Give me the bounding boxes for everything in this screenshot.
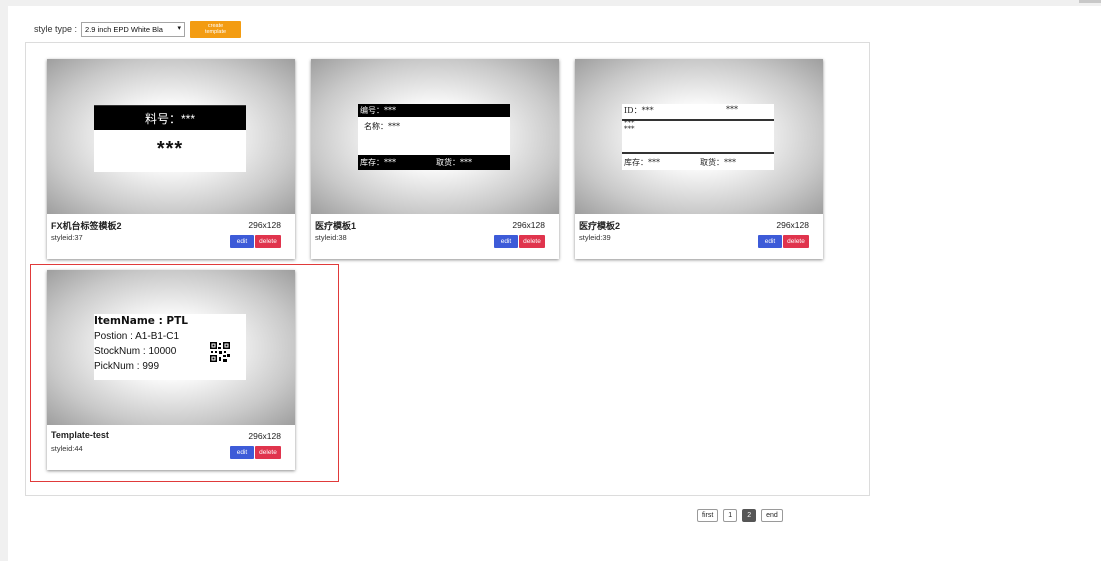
epd-label-preview: 编号：*** 名称：*** 库存：*** 取货：*** [358, 104, 510, 170]
delete-button[interactable]: delete [255, 446, 281, 459]
preview-text: 取货：*** [700, 158, 736, 167]
template-styleid: styleid:37 [51, 233, 83, 242]
page-first-button[interactable]: first [697, 509, 719, 522]
preview-text: *** [156, 138, 184, 160]
template-preview: ID：*** *** *** *** 库存：*** 取货：*** [575, 59, 823, 214]
preview-text: 库存：*** [624, 158, 660, 167]
chevron-down-icon: ▾ [177, 24, 182, 32]
template-preview: 编号：*** 名称：*** 库存：*** 取货：*** [311, 59, 559, 214]
delete-button[interactable]: delete [255, 235, 281, 248]
pagination: first 1 2 end [697, 509, 783, 522]
qr-code-icon [209, 341, 231, 363]
page-2-button[interactable]: 2 [742, 509, 757, 522]
template-size: 296x128 [248, 220, 281, 230]
preview-text: 取货：*** [436, 158, 472, 167]
card-actions: edit delete [758, 235, 809, 248]
preview-text: StockNum : 10000 [94, 346, 177, 357]
template-preview: ItemName : PTL Postion : A1-B1-C1 StockN… [47, 270, 295, 425]
preview-text: *** [624, 125, 635, 133]
preview-text: Postion : A1-B1-C1 [94, 331, 180, 342]
template-styleid: styleid:44 [51, 444, 83, 453]
card-actions: edit delete [230, 235, 281, 248]
delete-button[interactable]: delete [783, 235, 809, 248]
template-grid-panel: 料号：*** *** FX机台标签模板2 296x128 styleid:37 … [25, 42, 870, 496]
template-card[interactable]: 料号：*** *** FX机台标签模板2 296x128 styleid:37 … [47, 59, 295, 259]
epd-label-preview: 料号：*** *** [94, 105, 246, 172]
preview-text: ID：*** [624, 106, 654, 115]
edit-button[interactable]: edit [758, 235, 782, 248]
template-preview: 料号：*** *** [47, 59, 295, 214]
card-actions: edit delete [230, 446, 281, 459]
create-template-button[interactable]: create template [190, 20, 242, 38]
template-name: Template-test [51, 430, 109, 440]
preview-text: ItemName : PTL [94, 315, 188, 327]
style-type-label: style type : [34, 24, 78, 34]
style-type-value: 2.9 inch EPD White Bla [85, 24, 163, 34]
edit-button[interactable]: edit [230, 235, 254, 248]
edit-button[interactable]: edit [494, 235, 518, 248]
preview-text: 库存：*** [360, 158, 396, 167]
create-label-line2: template [204, 29, 227, 35]
edit-button[interactable]: edit [230, 446, 254, 459]
preview-text: 编号：*** [360, 106, 396, 115]
epd-label-preview: ID：*** *** *** *** 库存：*** 取货：*** [622, 104, 774, 170]
template-name: 医疗模板1 [315, 221, 357, 231]
page-end-button[interactable]: end [761, 509, 783, 522]
scrollbar-corner [1079, 0, 1101, 3]
card-actions: edit delete [494, 235, 545, 248]
epd-label-preview: ItemName : PTL Postion : A1-B1-C1 StockN… [94, 314, 246, 380]
template-card[interactable]: ItemName : PTL Postion : A1-B1-C1 StockN… [47, 270, 295, 470]
preview-text: 料号：*** [144, 112, 195, 126]
template-name: 医疗模板2 [579, 221, 621, 231]
preview-text: *** [726, 105, 738, 114]
toolbar: style type : 2.9 inch EPD White Bla ▾ cr… [34, 20, 242, 38]
template-card[interactable]: ID：*** *** *** *** 库存：*** 取货：*** 医疗模板2 2… [575, 59, 823, 259]
template-styleid: styleid:38 [315, 233, 347, 242]
page-1-button[interactable]: 1 [723, 509, 738, 522]
template-size: 296x128 [512, 220, 545, 230]
delete-button[interactable]: delete [519, 235, 545, 248]
template-name: FX机台标签模板2 [51, 221, 122, 231]
preview-text: PickNum : 999 [94, 361, 160, 372]
template-size: 296x128 [248, 431, 281, 441]
template-size: 296x128 [776, 220, 809, 230]
template-styleid: styleid:39 [579, 233, 611, 242]
style-type-select[interactable]: 2.9 inch EPD White Bla ▾ [81, 21, 186, 37]
preview-text: 名称：*** [364, 122, 400, 131]
template-card[interactable]: 编号：*** 名称：*** 库存：*** 取货：*** 医疗模板1 296x12… [311, 59, 559, 259]
